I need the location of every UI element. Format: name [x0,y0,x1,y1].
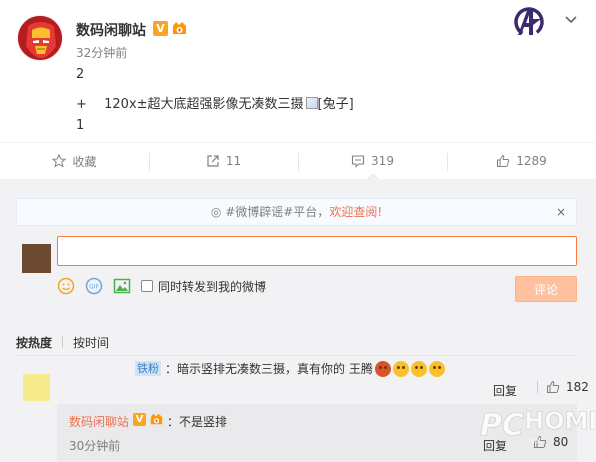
post-text-line-2: + 120x±超大底超强影像无凑数三摄 [兔子] [76,93,354,112]
hash-icon: ◎ [210,205,222,219]
broken-image-icon [305,97,318,109]
star-icon [52,154,67,168]
comment-icon [351,155,365,168]
chevron-down-icon[interactable] [563,12,579,28]
post-text-content: 120x±超大底超强影像无凑数三摄 [104,97,304,112]
svg-text:GIF: GIF [89,284,99,291]
pchome-watermark-logo: PC HOME .net [480,407,594,445]
sub-reply-time: 30分钟前 [69,439,121,453]
submit-comment-button[interactable]: 评论 [515,276,577,302]
svg-text:.net: .net [526,436,542,445]
gif-icon[interactable]: GIF [85,277,103,295]
svg-text:HOME: HOME [524,407,594,435]
thumbs-up-icon [547,380,560,393]
level-badge-icon [173,22,186,34]
notice-link[interactable]: 欢迎查阅! [329,205,382,219]
comment-text: ：暗示竖排无凑数三摄，真有你的 王腾 [165,362,373,376]
thumbs-up-icon [497,154,510,167]
like-button[interactable]: 1289 [447,143,596,179]
repost-button[interactable]: 11 [149,143,298,179]
author-name[interactable]: 数码闲聊站 [76,20,146,40]
repost-icon [207,155,219,167]
sub-reply-text: ：不是竖排 [167,415,228,429]
image-icon[interactable] [113,277,131,295]
sub-reply-author[interactable]: 数码闲聊站 [69,413,129,430]
sort-separator [62,336,64,348]
repost-checkbox-label[interactable]: 同时转发到我的微博 [158,278,266,295]
post-action-bar: 收藏 11 319 1289 [0,142,596,180]
comment-like-count: 182 [566,380,589,394]
doge-emoji-icon [410,360,427,377]
commenter-avatar[interactable] [23,374,50,401]
level-badge-icon [150,413,163,425]
repost-option[interactable]: 同时转发到我的微博 [141,278,266,295]
comment-toolbar: GIF 同时转发到我的微博 [57,276,276,296]
emoji-smile-icon[interactable] [57,277,75,295]
author-avatar[interactable] [17,15,63,61]
post-text-line-1: 2 [76,67,85,82]
rumor-notice-banner: ◎ #微博辟谣#平台，欢迎查阅! × [16,198,577,226]
comment-count: 319 [371,154,394,168]
like-count: 1289 [516,154,547,168]
like-separator [537,381,538,393]
comment-sort-bar: 按热度 按时间 [16,334,109,350]
favorite-button[interactable]: 收藏 [0,143,149,179]
comment-like-button[interactable]: 182 [537,380,589,394]
post-time[interactable]: 32分钟前 [76,44,127,61]
comment-input[interactable] [57,236,577,266]
rabbit-emoji-alt: [兔子] [317,97,354,112]
sort-by-hot-tab[interactable]: 按热度 [16,334,52,351]
verified-v-icon: V [133,413,146,426]
comment-text-line: 铁粉 ：暗示竖排无凑数三摄，真有你的 王腾 [135,360,445,377]
favorite-label: 收藏 [72,154,97,169]
sort-divider [16,355,577,356]
repost-count: 11 [225,154,242,168]
notice-text: #微博辟谣#平台， [225,205,330,219]
close-icon[interactable]: × [556,199,566,225]
iron-man-avatar-icon [18,16,62,60]
sort-by-time-tab[interactable]: 按时间 [73,334,109,351]
verified-v-icon: V [153,21,168,36]
fan-badge: 铁粉 [135,361,161,376]
avengers-logo-icon [514,7,544,37]
doge-emoji-icon [428,360,445,377]
doge-emoji-icon [392,360,409,377]
post-text-plus: + [76,97,87,112]
comment-button[interactable]: 319 [298,143,447,180]
my-avatar[interactable] [22,244,51,273]
post-text-line-3: 1 [76,118,85,133]
hero-emoji-icon [374,360,391,377]
svg-text:PC: PC [480,408,524,443]
repost-checkbox[interactable] [141,280,153,292]
